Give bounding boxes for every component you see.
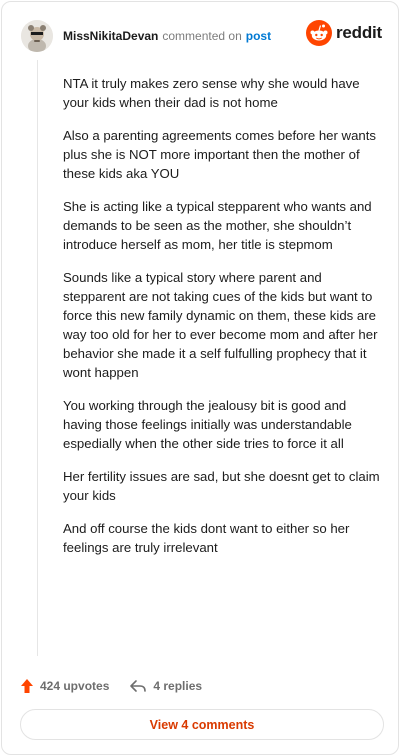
comment-paragraph: NTA it truly makes zero sense why she wo… bbox=[63, 76, 360, 110]
reddit-wordmark: reddit bbox=[335, 23, 382, 42]
upvote-count: 424 upvotes bbox=[40, 679, 110, 693]
username[interactable]: MissNikitaDevan bbox=[63, 29, 158, 43]
comment-paragraph: She is acting like a typical stepparent … bbox=[63, 199, 372, 252]
reply-count: 4 replies bbox=[153, 679, 203, 693]
reddit-logo-icon bbox=[305, 20, 332, 46]
comment-paragraph: Her fertility issues are sad, but she do… bbox=[63, 469, 380, 503]
comment-paragraph: Also a parenting agreements comes before… bbox=[63, 128, 377, 181]
reply-button[interactable]: 4 replies bbox=[129, 679, 202, 693]
thread-line[interactable] bbox=[37, 60, 38, 656]
avatar-icon[interactable] bbox=[21, 20, 53, 52]
comment-card: MissNikitaDevan commented on post reddit… bbox=[1, 1, 399, 755]
comment-paragraph: You working through the jealousy bit is … bbox=[63, 398, 352, 451]
comment-footer: 424 upvotes 4 replies bbox=[20, 674, 202, 698]
reddit-logo[interactable]: reddit bbox=[305, 20, 382, 46]
comment-paragraph: Sounds like a typical story where parent… bbox=[63, 270, 378, 380]
post-link[interactable]: post bbox=[246, 29, 271, 43]
comment-paragraph: And off course the kids dont want to eit… bbox=[63, 521, 350, 555]
upvote-arrow-icon bbox=[21, 679, 33, 693]
view-comments-button[interactable]: View 4 comments bbox=[20, 709, 384, 740]
reply-arrow-icon bbox=[130, 680, 147, 692]
comment-meta: MissNikitaDevan commented on post bbox=[63, 29, 271, 43]
upvote-button[interactable]: 424 upvotes bbox=[20, 678, 109, 694]
commented-on-label: commented on bbox=[162, 29, 242, 43]
comment-body: NTA it truly makes zero sense why she wo… bbox=[63, 74, 383, 571]
